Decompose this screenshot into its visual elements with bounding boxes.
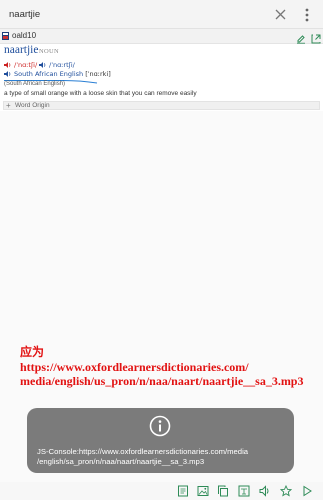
dictionary-name: oald10 bbox=[12, 31, 37, 40]
note-line: 应为 bbox=[20, 345, 45, 359]
dictionary-logo bbox=[2, 32, 9, 40]
dictionary-icon[interactable] bbox=[177, 485, 189, 497]
speaker-icon bbox=[4, 71, 11, 77]
expand-icon bbox=[311, 34, 321, 44]
part-of-speech: NOUN bbox=[39, 48, 59, 55]
star-icon[interactable] bbox=[280, 485, 292, 497]
expand-button[interactable] bbox=[311, 31, 321, 44]
pron-br-text: /ˈnɑːtʃi/ bbox=[14, 61, 38, 69]
image-icon[interactable] bbox=[197, 485, 209, 497]
toast-text: JS-Console:https://www.oxfordlearnersdic… bbox=[37, 447, 287, 467]
sa-ipa: [ˈnɑːrki] bbox=[85, 70, 111, 78]
pron-br-button[interactable]: /ˈnɑːtʃi/ bbox=[4, 61, 37, 69]
word-origin-label: Word Origin bbox=[15, 102, 50, 109]
note-line: https://www.oxfordlearnersdictionaries.c… bbox=[20, 359, 249, 374]
dictionary-entry: naartjie NOUN /ˈnɑːtʃi/ /ˈnɑːrtʃi/ South… bbox=[0, 44, 323, 111]
note-line: media/english/us_pron/n/naa/naart/naartj… bbox=[20, 374, 304, 388]
region-label: (South African English) bbox=[4, 81, 66, 87]
menu-button[interactable] bbox=[298, 6, 315, 23]
search-input[interactable] bbox=[0, 0, 270, 29]
pron-us-text: /ˈnɑːrtʃi/ bbox=[49, 61, 75, 69]
word-origin-toggle[interactable]: + Word Origin bbox=[3, 101, 320, 110]
bottom-toolbar bbox=[0, 482, 323, 500]
toast-message: JS-Console:https://www.oxfordlearnersdic… bbox=[27, 408, 294, 473]
speaker-icon bbox=[39, 62, 46, 68]
sa-label: South African English bbox=[14, 70, 84, 78]
plus-icon: + bbox=[6, 101, 11, 110]
pron-us-button[interactable]: /ˈnɑːrtʃi/ bbox=[39, 61, 75, 69]
definition: a type of small orange with a loose skin… bbox=[4, 90, 197, 97]
toast-line: JS-Console:https://www.oxfordlearnersdic… bbox=[37, 447, 249, 456]
speaker-icon bbox=[4, 62, 11, 68]
annotation-note: 应为 https://www.oxfordlearnersdictionarie… bbox=[20, 345, 303, 389]
more-vert-icon bbox=[305, 8, 308, 21]
close-icon bbox=[275, 9, 286, 20]
edit-button[interactable] bbox=[296, 31, 306, 44]
info-icon bbox=[149, 415, 171, 437]
toast-line: /english/sa_pron/n/naa/naart/naartjie__s… bbox=[37, 457, 205, 466]
play-icon[interactable] bbox=[301, 485, 313, 497]
pron-sa-button[interactable]: South African English [ˈnɑːrki] bbox=[4, 70, 111, 78]
copy-icon[interactable] bbox=[217, 485, 229, 497]
translate-icon[interactable] bbox=[238, 485, 250, 497]
pencil-icon bbox=[297, 35, 305, 44]
dictionary-header[interactable]: oald10 bbox=[0, 29, 323, 44]
volume-icon[interactable] bbox=[259, 485, 271, 497]
search-bar bbox=[0, 0, 323, 29]
headword: naartjie bbox=[4, 44, 39, 56]
clear-button[interactable] bbox=[272, 6, 289, 23]
